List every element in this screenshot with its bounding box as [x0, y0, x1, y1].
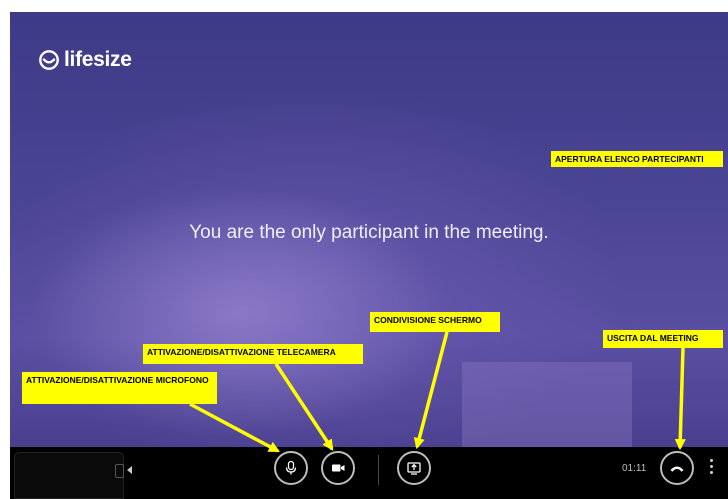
screen-share-button[interactable] — [397, 451, 431, 485]
callout-exit-meeting: USCITA DAL MEETING — [603, 330, 723, 348]
mic-toggle-button[interactable] — [274, 451, 308, 485]
lifesize-logo: lifesize — [38, 48, 132, 72]
video-camera-icon — [332, 464, 345, 472]
hang-up-icon — [670, 466, 684, 472]
callout-screen-share: CONDIVISIONE SCHERMO — [370, 312, 500, 332]
obscured-area — [462, 362, 632, 447]
caret-left-icon[interactable] — [127, 466, 132, 474]
self-view-preview[interactable] — [14, 452, 124, 499]
more-vertical-icon[interactable] — [710, 459, 714, 479]
screenshot-frame: lifesize You are the only participant in… — [0, 0, 728, 499]
camera-toggle-button[interactable] — [321, 451, 355, 485]
more-dot — [710, 459, 713, 462]
toolbar-divider — [378, 455, 379, 485]
callout-camera-toggle: ATTIVAZIONE/DISATTIVAZIONE TELECAMERA — [143, 344, 363, 364]
brand-name: lifesize — [64, 48, 132, 71]
callout-participants-list: APERTURA ELENCO PARTECIPANTI — [551, 151, 723, 167]
self-view-handle[interactable] — [115, 464, 124, 478]
lifesize-logo-icon — [39, 50, 59, 70]
only-participant-message: You are the only participant in the meet… — [189, 222, 549, 243]
callout-mic-toggle: ATTIVAZIONE/DISATTIVAZIONE MICROFONO — [22, 372, 217, 404]
more-dot — [710, 465, 713, 468]
screen-share-icon — [407, 462, 421, 475]
more-dot — [710, 471, 713, 474]
microphone-icon — [285, 460, 297, 475]
hang-up-button[interactable] — [660, 451, 694, 485]
call-timer: 01:11 — [622, 463, 647, 474]
call-toolbar: 01:11 — [10, 447, 728, 499]
